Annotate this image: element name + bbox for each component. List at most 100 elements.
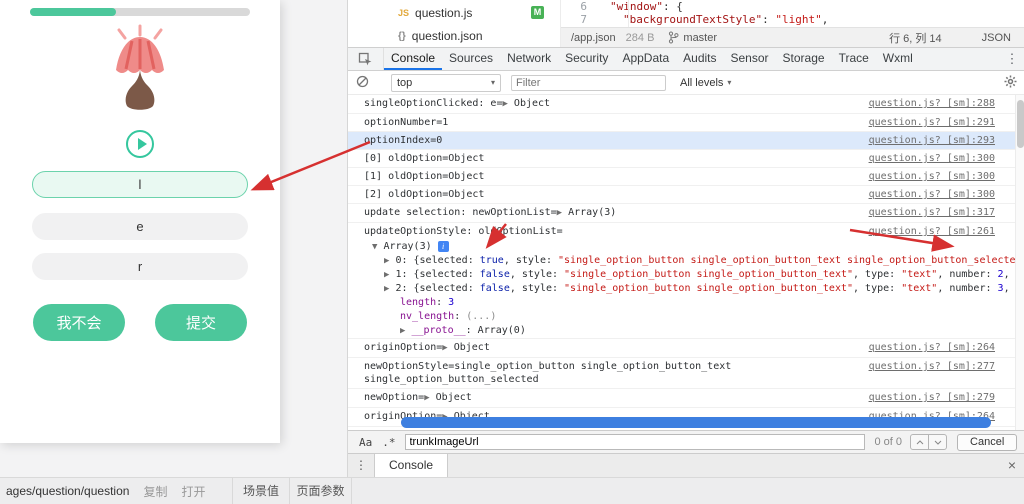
- console-scrollbar[interactable]: [1015, 95, 1024, 430]
- cursor-position: 行 6, 列 14: [889, 32, 942, 45]
- submit-button[interactable]: 提交: [155, 304, 247, 341]
- status-branch[interactable]: master: [683, 32, 717, 44]
- console-log-row[interactable]: [0] oldOption=Object question.js? [sm]:30…: [348, 150, 1024, 168]
- copy-link[interactable]: 复制: [143, 483, 167, 500]
- console-log-row[interactable]: optionIndex=0 question.js? [sm]:293: [348, 132, 1024, 150]
- level-filter[interactable]: All levels ▾: [680, 77, 731, 89]
- status-size: 284 B: [625, 31, 655, 44]
- devtools-tab-storage[interactable]: Storage: [776, 48, 832, 70]
- js-file-icon: JS: [398, 8, 410, 18]
- screen: ler 我不会 提交 JS question.js M {} question.…: [0, 0, 1024, 504]
- devtools-tab-appdata[interactable]: AppData: [615, 48, 676, 70]
- file-row-question-js[interactable]: JS question.js M: [348, 3, 560, 23]
- json-file-icon: {}: [398, 30, 406, 42]
- console-tree-row[interactable]: ▶ __proto__: Array(0): [348, 324, 1024, 338]
- settings-gear-icon[interactable]: [1004, 75, 1017, 91]
- devtools-tab-sensor[interactable]: Sensor: [724, 48, 776, 70]
- devtools-tab-security[interactable]: Security: [558, 48, 615, 70]
- log-message: optionIndex=0: [364, 135, 443, 146]
- close-icon[interactable]: ×: [999, 454, 1024, 477]
- selected-row-partial: [401, 417, 991, 428]
- source-link[interactable]: question.js? [sm]:261: [869, 225, 995, 238]
- option-button-r[interactable]: r: [32, 253, 248, 280]
- option-button-l[interactable]: l: [32, 171, 248, 198]
- console-tree-row[interactable]: ▶ 2: {selected: false, style: "single_op…: [348, 282, 1024, 296]
- console-log-row[interactable]: newOption=▶ Object question.js? [sm]:279: [348, 389, 1024, 408]
- console-log-row[interactable]: newOptionStyle=single_option_button sing…: [348, 358, 1024, 389]
- inspect-element-icon[interactable]: [348, 48, 384, 70]
- console-log-row[interactable]: [1] oldOption=Object question.js? [sm]:30…: [348, 168, 1024, 186]
- console-search-bar: Aa .* 0 of 0 Cancel: [348, 430, 1024, 453]
- console-tree-row[interactable]: length: 3: [348, 296, 1024, 310]
- code-line: 6 "window": {: [561, 0, 1024, 13]
- console-tree-row[interactable]: ▼ Array(3) i: [348, 240, 1024, 254]
- console-log-row[interactable]: updateOptionStyle: oldOptionList= questio…: [348, 223, 1024, 339]
- bottom-tab-page-params[interactable]: 页面参数: [290, 478, 352, 504]
- source-link[interactable]: question.js? [sm]:291: [869, 116, 995, 129]
- open-files-list: JS question.js M {} question.json: [348, 0, 561, 47]
- search-input[interactable]: [404, 434, 865, 450]
- regex-toggle[interactable]: .*: [377, 436, 400, 449]
- log-message: [2] oldOption=Object: [364, 189, 485, 200]
- console-log-row[interactable]: update selection: newOptionList=▶ Array(…: [348, 204, 1024, 223]
- file-name: question.json: [411, 29, 483, 43]
- source-link[interactable]: question.js? [sm]:300: [869, 152, 995, 165]
- language-mode[interactable]: JSON: [982, 32, 1011, 44]
- level-filter-value: All levels: [680, 76, 724, 89]
- progress-fill: [30, 8, 116, 16]
- console-log-row[interactable]: originOption=▶ Object question.js? [sm]:2…: [348, 339, 1024, 358]
- source-link[interactable]: question.js? [sm]:300: [869, 188, 995, 201]
- chevron-down-icon: ▾: [727, 78, 732, 87]
- bottom-tab-scene-value[interactable]: 场景值: [232, 478, 290, 504]
- modified-badge: M: [531, 6, 544, 19]
- filter-input[interactable]: [511, 74, 666, 91]
- devtools-tab-audits[interactable]: Audits: [676, 48, 723, 70]
- cancel-button[interactable]: Cancel: [957, 433, 1018, 451]
- console-tree-row[interactable]: nv_length: (...): [348, 310, 1024, 324]
- source-link[interactable]: question.js? [sm]:264: [869, 341, 995, 355]
- console-messages: singleOptionClicked: e=▶ Object question.…: [348, 95, 1024, 430]
- source-link[interactable]: question.js? [sm]:300: [869, 170, 995, 183]
- console-log-row[interactable]: [2] oldOption=Object question.js? [sm]:30…: [348, 186, 1024, 204]
- context-selector[interactable]: top ▾: [391, 73, 501, 92]
- devtools-tab-console[interactable]: Console: [384, 48, 443, 70]
- search-next-button[interactable]: [928, 434, 948, 450]
- dont-know-button[interactable]: 我不会: [33, 304, 125, 341]
- context-selector-value: top: [397, 76, 413, 89]
- match-case-toggle[interactable]: Aa: [354, 436, 377, 449]
- code-text: "backgroundTextStyle": "light",: [623, 13, 829, 26]
- simulator-panel: ler 我不会 提交: [0, 0, 280, 443]
- console-tree-row[interactable]: ▶ 1: {selected: false, style: "single_op…: [348, 268, 1024, 282]
- log-message: optionNumber=1: [364, 117, 449, 128]
- log-message: updateOptionStyle: oldOptionList=: [364, 226, 563, 237]
- source-link[interactable]: question.js? [sm]:293: [869, 134, 995, 147]
- devtools-tab-network[interactable]: Network: [500, 48, 558, 70]
- drawer-tab-console[interactable]: Console: [374, 454, 449, 477]
- source-link[interactable]: question.js? [sm]:277: [869, 360, 995, 386]
- source-link[interactable]: question.js? [sm]:317: [869, 206, 995, 220]
- search-prev-button[interactable]: [910, 434, 930, 450]
- play-audio-button[interactable]: [126, 130, 154, 158]
- source-link[interactable]: question.js? [sm]:288: [869, 97, 995, 111]
- search-result-count: 0 of 0: [874, 436, 903, 448]
- more-menu-icon[interactable]: ⋮: [999, 48, 1024, 70]
- drawer-more-icon[interactable]: ⋮: [348, 454, 374, 477]
- scrollbar-thumb[interactable]: [1017, 100, 1024, 148]
- option-button-e[interactable]: e: [32, 213, 248, 240]
- source-link[interactable]: question.js? [sm]:279: [869, 391, 995, 405]
- devtools-tab-trace[interactable]: Trace: [832, 48, 876, 70]
- devtools-tab-wxml[interactable]: Wxml: [876, 48, 920, 70]
- open-link[interactable]: 打开: [181, 483, 205, 500]
- console-log-row[interactable]: optionNumber=1 question.js? [sm]:291: [348, 114, 1024, 132]
- line-number: 6: [580, 0, 587, 13]
- editor-status-bar: /app.json 284 B master 行 6, 列 14 JSON: [561, 27, 1024, 47]
- devtools-tab-sources[interactable]: Sources: [442, 48, 500, 70]
- drawer-bar: ⋮ Console ×: [348, 453, 1024, 477]
- file-row-question-json[interactable]: {} question.json: [348, 26, 560, 46]
- console-tree-row[interactable]: ▶ 0: {selected: true, style: "single_opt…: [348, 254, 1024, 268]
- status-file: /app.json: [571, 31, 616, 44]
- console-log-row[interactable]: singleOptionClicked: e=▶ Object question.…: [348, 95, 1024, 114]
- code-editor[interactable]: 6 "window": { 7 "backgroundTextStyle": "…: [561, 0, 1024, 27]
- log-message: singleOptionClicked: e=▶ Object: [364, 98, 551, 109]
- clear-console-icon[interactable]: [356, 75, 369, 91]
